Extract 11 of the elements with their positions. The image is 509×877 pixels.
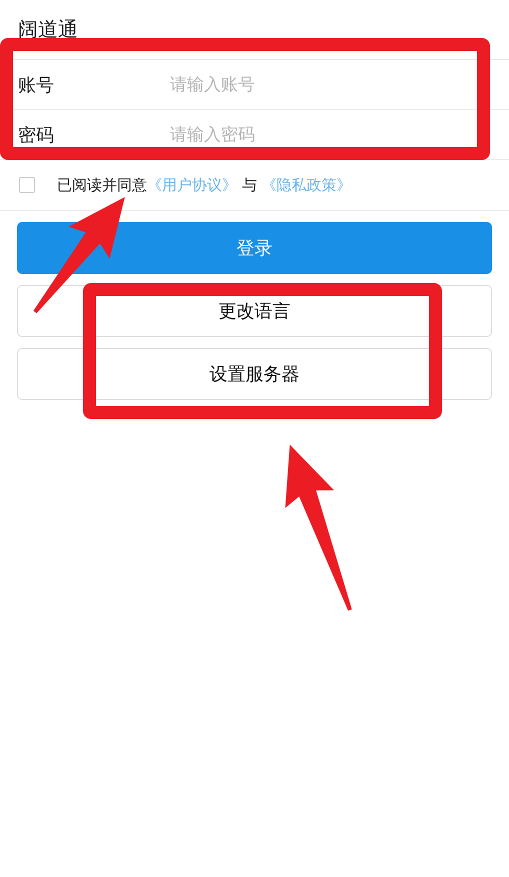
field-label: 密码 [18, 124, 55, 146]
agreement-text: 已阅读并同意《用户协议》 与 《隐私政策》 [57, 176, 352, 194]
input-field[interactable]: 请输入密码 [168, 114, 509, 156]
link[interactable]: 《用户协议》 [147, 176, 237, 194]
app-title: 阔道通 [18, 16, 78, 43]
input-field[interactable]: 请输入账号 [168, 64, 509, 106]
login-button[interactable]: 登录 [17, 222, 492, 274]
checkbox[interactable] [19, 177, 35, 193]
field-label: 账号 [18, 74, 55, 96]
option-button[interactable]: 设置服务器 [17, 348, 492, 400]
link[interactable]: 《隐私政策》 [262, 176, 352, 194]
